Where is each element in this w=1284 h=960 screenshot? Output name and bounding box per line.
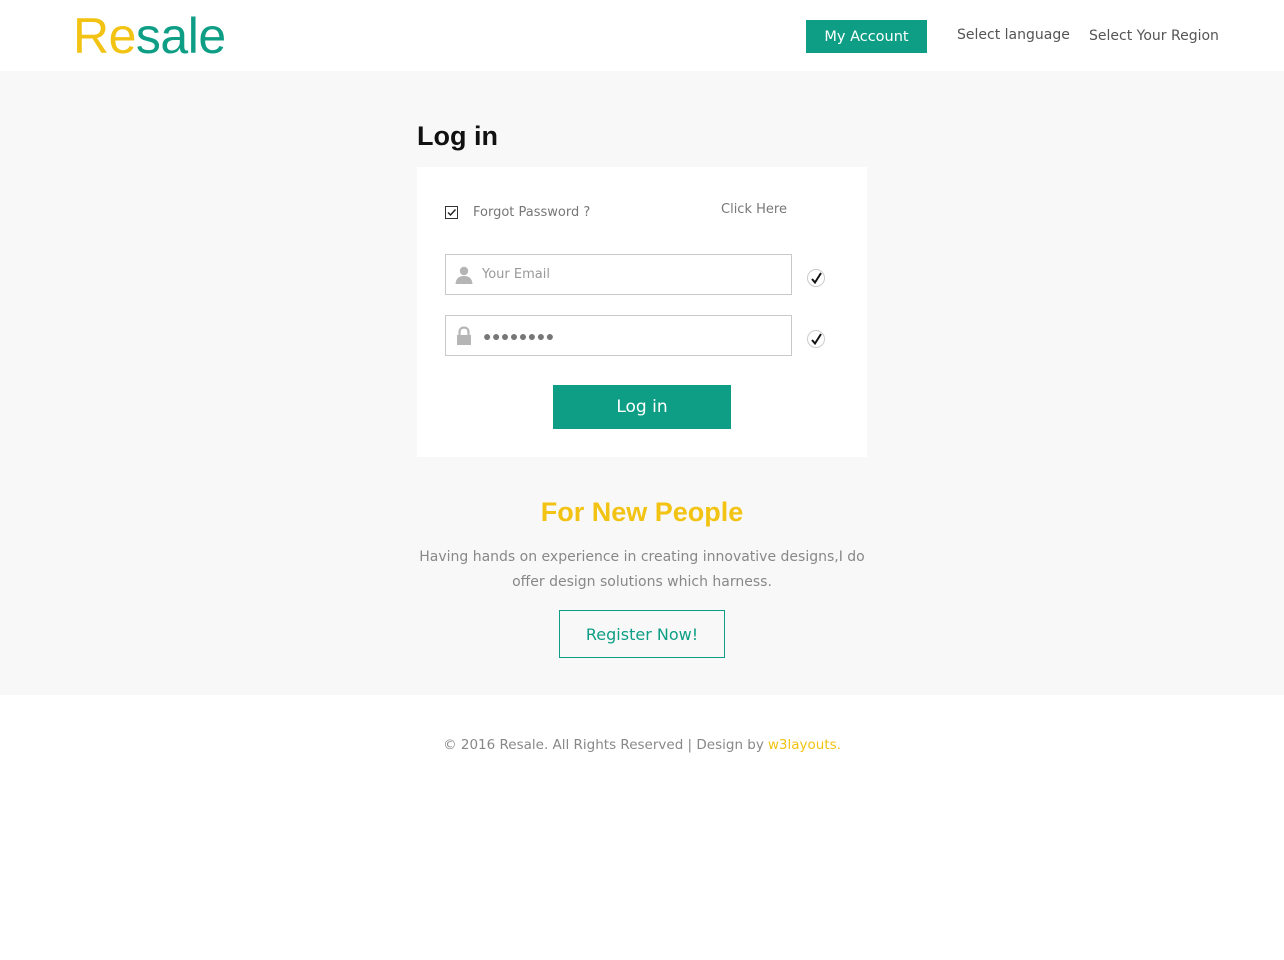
lock-icon <box>457 326 471 345</box>
logo[interactable]: Resale <box>73 8 226 64</box>
checkbox-check-icon <box>447 209 457 217</box>
email-valid-indicator <box>807 269 825 287</box>
logo-re: Re <box>73 8 136 64</box>
select-region-link[interactable]: Select Your Region <box>1089 28 1219 44</box>
login-button[interactable]: Log in <box>553 385 731 429</box>
new-people-description: Having hands on experience in creating i… <box>419 549 865 590</box>
password-field: ●●●●●●●● <box>445 315 792 356</box>
footer-copyright: © 2016 Resale. All Rights Reserved | Des… <box>0 737 1284 753</box>
new-people-title: For New People <box>540 497 744 527</box>
click-here-link[interactable]: Click Here <box>721 202 787 217</box>
check-icon <box>811 272 822 285</box>
user-icon <box>455 266 473 284</box>
forgot-password-label: Forgot Password ? <box>473 205 591 220</box>
my-account-button[interactable]: My Account <box>806 20 927 53</box>
password-input[interactable]: ●●●●●●●● <box>483 328 555 344</box>
header: Resale My Account Select language Select… <box>0 0 1284 71</box>
password-valid-indicator <box>807 330 825 348</box>
check-icon <box>811 333 822 346</box>
select-language-link[interactable]: Select language <box>957 27 1070 43</box>
main-content: Log in Forgot Password ? Click Here Your… <box>0 71 1284 695</box>
forgot-password-checkbox[interactable] <box>445 206 458 219</box>
footer: © 2016 Resale. All Rights Reserved | Des… <box>0 695 1284 960</box>
login-panel: Forgot Password ? Click Here ●●●●●●●● <box>417 167 867 457</box>
copyright-text: © 2016 Resale. All Rights Reserved | Des… <box>443 737 764 753</box>
register-button[interactable]: Register Now! <box>559 610 725 658</box>
email-input[interactable] <box>482 255 782 294</box>
page-title: Log in <box>417 121 498 151</box>
logo-sale: sale <box>135 8 226 64</box>
designer-link[interactable]: w3layouts. <box>768 737 841 753</box>
email-field <box>445 254 792 295</box>
